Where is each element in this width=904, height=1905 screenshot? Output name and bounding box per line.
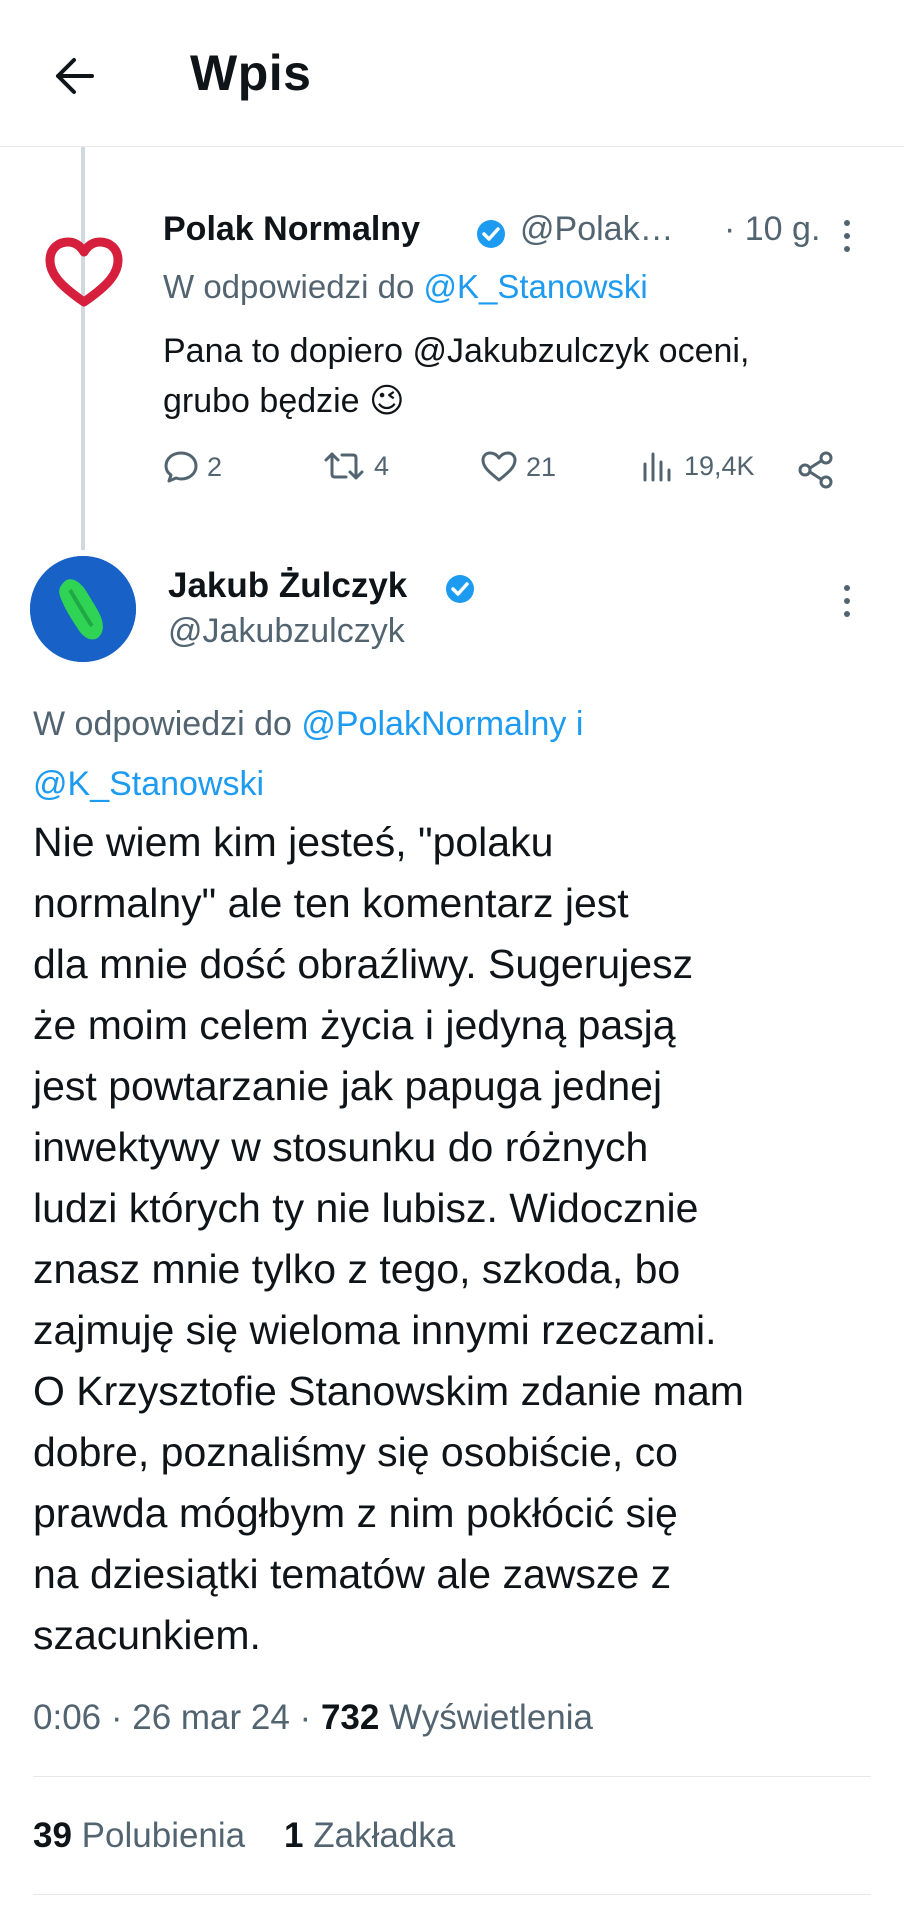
engagement-stats: 39 Polubienia 1 Zakładka bbox=[33, 1816, 455, 1856]
tweet-text: Pana to dopiero @Jakubzulczyk oceni, gru… bbox=[163, 326, 863, 426]
more-options-icon[interactable] bbox=[840, 218, 854, 259]
tweet-text: Nie wiem kim jesteś, "polaku normalny" a… bbox=[33, 819, 744, 1658]
retweet-count: 4 bbox=[374, 450, 390, 481]
bookmarks-count: 1 bbox=[284, 1816, 304, 1855]
verified-badge-icon bbox=[444, 573, 476, 610]
author-name[interactable]: Polak Normalny bbox=[163, 210, 420, 249]
avatar-image bbox=[30, 556, 136, 662]
bookmarks-stat[interactable]: 1 Zakładka bbox=[284, 1816, 455, 1855]
more-options-icon[interactable] bbox=[840, 583, 854, 624]
reply-context-joiner: i bbox=[566, 705, 584, 743]
comment-icon bbox=[164, 451, 198, 483]
views-action[interactable]: 19,4K bbox=[640, 450, 755, 482]
views-count: 19,4K bbox=[684, 450, 755, 481]
bookmarks-label: Zakładka bbox=[313, 1816, 456, 1855]
reply-count: 2 bbox=[207, 451, 223, 482]
thread-connector bbox=[81, 146, 85, 550]
divider bbox=[33, 1776, 871, 1777]
author-handle[interactable]: @Polak… bbox=[520, 210, 674, 249]
share-icon bbox=[798, 451, 833, 489]
retweet-icon bbox=[324, 452, 364, 480]
tweet-text-line: Pana to dopiero @Jakubzulczyk oceni, bbox=[163, 332, 750, 370]
likes-stat[interactable]: 39 Polubienia bbox=[33, 1816, 245, 1855]
verified-badge-icon bbox=[475, 218, 507, 255]
heart-outline-icon bbox=[481, 451, 517, 482]
reply-context: W odpowiedzi do @K_Stanowski bbox=[163, 268, 648, 306]
share-action[interactable] bbox=[796, 450, 836, 490]
tweet-date[interactable]: 26 mar 24 bbox=[132, 1698, 290, 1737]
reply-context-prefix: W odpowiedzi do bbox=[33, 705, 302, 743]
reply-context: W odpowiedzi do @PolakNormalny i @K_Stan… bbox=[33, 694, 853, 814]
tweet-meta: 0:06 · 26 mar 24 · 732 Wyświetlenia bbox=[33, 1698, 593, 1737]
tweet-text-line: grubo będzie bbox=[163, 382, 360, 420]
avatar[interactable] bbox=[44, 232, 124, 312]
back-button[interactable] bbox=[44, 46, 104, 106]
wink-emoji: 😉 bbox=[369, 382, 405, 420]
arrow-left-icon bbox=[56, 58, 94, 94]
mention-link[interactable]: @PolakNormalny bbox=[301, 705, 566, 743]
views-label: Wyświetlenia bbox=[389, 1698, 593, 1737]
page-title: Wpis bbox=[190, 45, 312, 101]
divider bbox=[33, 1894, 871, 1895]
tweet-time[interactable]: · 10 g. bbox=[724, 210, 820, 249]
reply-context-prefix: W odpowiedzi do bbox=[163, 268, 424, 305]
likes-count: 39 bbox=[33, 1816, 72, 1855]
likes-label: Polubienia bbox=[81, 1816, 246, 1855]
mention-link[interactable]: @K_Stanowski bbox=[33, 765, 264, 803]
author-handle[interactable]: @Jakubzulczyk bbox=[168, 612, 405, 651]
tweet-time[interactable]: 0:06 bbox=[33, 1698, 101, 1737]
mention-link[interactable]: @K_Stanowski bbox=[423, 268, 647, 305]
analytics-icon bbox=[643, 452, 671, 482]
like-count: 21 bbox=[526, 451, 557, 482]
like-action[interactable]: 21 bbox=[480, 450, 556, 484]
author-name[interactable]: Jakub Żulczyk bbox=[168, 566, 407, 606]
retweet-action[interactable]: 4 bbox=[322, 450, 389, 482]
avatar[interactable] bbox=[30, 556, 136, 662]
heart-icon bbox=[45, 237, 123, 307]
top-bar: Wpis bbox=[0, 0, 904, 147]
reply-action[interactable]: 2 bbox=[163, 450, 222, 484]
views-count: 732 bbox=[320, 1698, 380, 1737]
